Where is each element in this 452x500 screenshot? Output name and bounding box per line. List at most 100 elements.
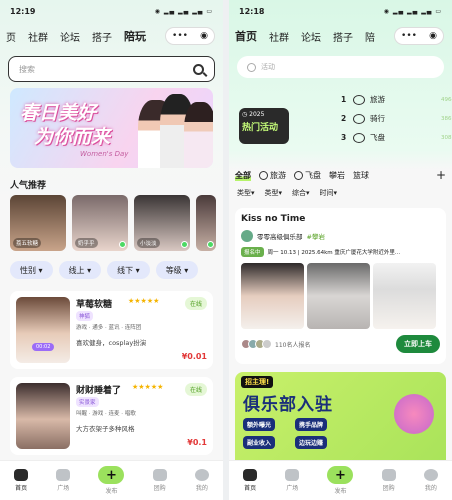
search-input[interactable]: 搜索 — [8, 56, 215, 82]
filter-label: 等级 — [165, 265, 182, 275]
tab-forum[interactable]: 论坛 — [60, 29, 80, 44]
nav-publish[interactable]: + 发布 — [327, 466, 354, 495]
nav-home[interactable]: 首页 — [14, 469, 29, 492]
rank-value: 3867 — [441, 115, 452, 122]
rank-number: 2 — [341, 114, 347, 123]
tab-community[interactable]: 社群 — [269, 29, 289, 44]
companion-card[interactable]: 财财睡着了 ★★★★★ 在线 实景家 叫醒 · 游戏 · 连麦 · 唱歌 大方衣… — [10, 377, 213, 455]
filter-online[interactable]: 线上 ▾ — [58, 261, 102, 279]
tab-home[interactable]: 页 — [6, 29, 16, 44]
post-title: Kiss no Time — [241, 214, 306, 224]
rating-stars: ★★★★★ — [128, 297, 160, 305]
nav-label: 广场 — [286, 485, 299, 492]
filter-type[interactable]: 类型▾ — [265, 188, 283, 198]
close-target-icon[interactable]: ◉ — [429, 31, 437, 41]
more-icon[interactable]: ••• — [172, 31, 188, 41]
nav-square[interactable]: 广场 — [285, 469, 300, 492]
status-time: 12:19 — [10, 6, 36, 16]
companion-desc: 大方衣架子多种风格 — [76, 425, 135, 433]
plus-icon: + — [98, 466, 125, 484]
rank-label: 实景家 — [76, 397, 99, 407]
skill-tags: 叫醒 · 游戏 · 连麦 · 唱歌 — [76, 411, 136, 417]
club-name[interactable]: 零零高级俱乐部 — [257, 231, 303, 241]
companion-card[interactable]: 00:02 草莓软糖 ★★★★★ 在线 神狐 游戏 · 通多 · 蓝讯 · 连阵… — [10, 291, 213, 369]
close-target-icon[interactable]: ◉ — [200, 31, 208, 41]
price: ¥0.01 — [181, 352, 207, 361]
filter-label: 性别 — [20, 265, 36, 275]
nav-me[interactable]: 我的 — [423, 469, 438, 492]
tab-forum[interactable]: 论坛 — [301, 29, 321, 44]
cat-travel[interactable]: 旅游 — [259, 170, 286, 181]
rank-name: 旅游 — [370, 95, 385, 104]
right-screen: 12:18 ◉ ▂▄ ▂▄ ▂▄ ▭ 首页 社群 论坛 搭子 陪 ••• ◉ 活动… — [229, 0, 452, 500]
tab-buddy[interactable]: 搭子 — [333, 29, 353, 44]
popular-item[interactable] — [196, 195, 216, 251]
travel-icon — [259, 170, 268, 180]
category-tabs: 全部 旅游 飞盘 攀岩 篮球 + — [229, 164, 452, 186]
more-icon[interactable]: ••• — [401, 31, 417, 41]
nav-groupbuy[interactable]: 团购 — [381, 469, 396, 492]
popular-item[interactable]: 奶乎乎 — [72, 195, 128, 251]
companion-name: 草莓软糖 — [76, 300, 113, 310]
search-icon — [247, 62, 256, 72]
status-bar: 12:18 ◉ ▂▄ ▂▄ ▂▄ ▭ — [229, 0, 452, 22]
topic-tag[interactable]: #攀岩 — [307, 231, 325, 241]
square-icon — [56, 469, 71, 481]
companion-photo — [16, 297, 70, 363]
add-category-icon[interactable]: + — [436, 168, 446, 182]
online-badge: 在线 — [184, 383, 207, 396]
rank-name: 骑行 — [370, 114, 385, 123]
nav-square[interactable]: 广场 — [56, 469, 71, 492]
promo-banner[interactable]: 春日美好 为你而来 Women's Day — [10, 88, 213, 168]
nav-publish[interactable]: + 发布 — [98, 466, 125, 495]
filter-time[interactable]: 时间▾ — [320, 188, 338, 198]
filter-gender[interactable]: 性别 ▾ — [10, 261, 53, 279]
cat-basketball[interactable]: 篮球 — [353, 170, 369, 181]
post-image[interactable] — [241, 263, 304, 329]
mini-program-capsule[interactable]: ••• ◉ — [394, 27, 444, 45]
profile-icon — [423, 469, 438, 481]
rank-tag: 神狐 — [76, 311, 95, 321]
filter-category[interactable]: 类型▾ — [237, 188, 255, 198]
profile-icon — [194, 469, 209, 481]
cat-all[interactable]: 全部 — [235, 169, 251, 181]
post-image[interactable] — [307, 263, 370, 329]
cat-label: 飞盘 — [305, 170, 321, 180]
search-icon[interactable] — [193, 63, 204, 75]
club-ad-banner[interactable]: 招主理! 俱乐部入驻 额外曝光 携手品牌 副业收入 边玩边赚 — [235, 372, 446, 468]
skill-tags: 游戏 · 通多 · 蓝讯 · 连阵团 — [76, 325, 142, 331]
voice-badge[interactable]: 00:02 — [32, 343, 55, 351]
cat-climbing[interactable]: 攀岩 — [329, 170, 345, 181]
ranking-row[interactable]: 2 骑行 3867 — [341, 113, 452, 124]
status-icons: ◉ ▂▄ ▂▄ ▂▄ ▭ — [154, 7, 213, 15]
tab-community[interactable]: 社群 — [28, 29, 48, 44]
bottom-nav: 首页 广场 + 发布 团购 我的 — [0, 460, 223, 500]
tab-companion[interactable]: 陪玩 — [124, 28, 146, 45]
filter-level[interactable]: 等级 ▾ — [155, 261, 199, 279]
nav-me[interactable]: 我的 — [194, 469, 209, 492]
search-input[interactable]: 活动 — [237, 56, 444, 78]
tab-buddy[interactable]: 搭子 — [92, 29, 112, 44]
hot-badge[interactable]: ◷ 2025 热门活动 — [239, 108, 289, 144]
ranking-row[interactable]: 1 旅游 4964 — [341, 94, 452, 105]
join-button[interactable]: 立即上车 — [396, 335, 440, 353]
popular-item[interactable]: 小淡淡 — [134, 195, 190, 251]
badge-headline: 热门活动 — [242, 123, 279, 133]
filter-sort[interactable]: 综合▾ — [292, 188, 310, 198]
activity-post[interactable]: Kiss no Time 零零高级俱乐部 #攀岩 报名中 周一 10.13 | 20… — [235, 208, 446, 364]
nav-home[interactable]: 首页 — [243, 469, 258, 492]
filter-offline[interactable]: 线下 ▾ — [107, 261, 150, 279]
mini-program-capsule[interactable]: ••• ◉ — [165, 27, 215, 45]
cat-label: 篮球 — [353, 170, 369, 180]
nav-groupbuy[interactable]: 团购 — [152, 469, 167, 492]
tab-home[interactable]: 首页 — [235, 28, 257, 45]
cat-label: 旅游 — [270, 170, 286, 180]
post-footer: 110名人报名 立即上车 — [241, 335, 440, 353]
ranking-row[interactable]: 3 飞盘 3087 — [341, 132, 452, 143]
tab-companion[interactable]: 陪 — [365, 29, 375, 44]
cat-frisbee[interactable]: 飞盘 — [294, 170, 321, 181]
status-badge: 报名中 — [241, 247, 264, 257]
post-image[interactable] — [373, 263, 436, 329]
popular-item[interactable]: 荔五软糖 — [10, 195, 66, 251]
banner-line2: 为你而来 — [34, 126, 111, 148]
